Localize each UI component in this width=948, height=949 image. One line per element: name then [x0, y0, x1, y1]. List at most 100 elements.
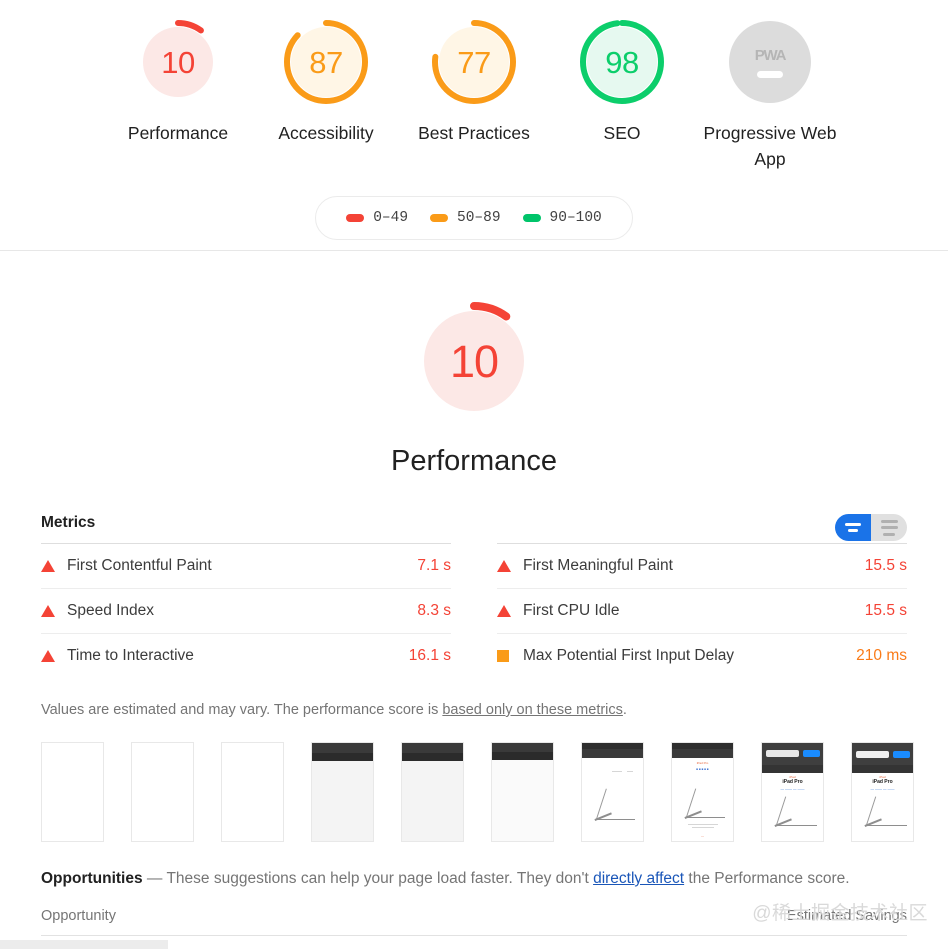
- metric-triangle-icon: [41, 605, 67, 617]
- opportunity-row[interactable]: Serve images in next-gen formats 1.8 s ⌄: [41, 936, 907, 949]
- frame-title: iPad Pro: [782, 779, 803, 785]
- score-gauge-best-practices[interactable]: 77 Best Practices: [400, 18, 548, 146]
- filmstrip-frame: iPad iPad Pro — —— — ——: [851, 742, 914, 842]
- gauge-performance-dial: 10: [134, 18, 222, 106]
- metric-row[interactable]: First Contentful Paint 7.1 s: [41, 543, 451, 588]
- frame-sub: ■ ■ ■ ■ ■: [696, 767, 709, 771]
- gauge-best-practices-label: Best Practices: [418, 123, 530, 143]
- metric-name: First Contentful Paint: [67, 557, 212, 574]
- legend-label-mid: 50–89: [457, 210, 501, 226]
- legend-pill-red-icon: [346, 214, 365, 222]
- column-header-opportunity: Opportunity: [41, 908, 116, 924]
- gauge-accessibility-value: 87: [309, 44, 343, 80]
- opportunities-dash: —: [146, 870, 163, 887]
- metric-name: First CPU Idle: [523, 602, 620, 619]
- disclaimer-text-pre: Values are estimated and may vary. The p…: [41, 702, 443, 718]
- gauge-performance-value: 10: [161, 44, 195, 80]
- expanded-view-toggle[interactable]: [871, 514, 907, 541]
- metric-name: Speed Index: [67, 602, 155, 619]
- legend-item-high: 90–100: [522, 210, 602, 226]
- performance-hero: 10 Performance: [0, 251, 948, 478]
- opportunities-section: Opportunities — These suggestions can he…: [41, 870, 907, 949]
- metrics-view-toggle[interactable]: [835, 514, 907, 541]
- metric-triangle-icon: [497, 560, 523, 572]
- gauge-performance-label: Performance: [127, 123, 229, 143]
- opportunities-desc-pre: These suggestions can help your page loa…: [162, 870, 594, 887]
- metric-row[interactable]: First Meaningful Paint 15.5 s: [497, 543, 907, 588]
- disclaimer-text-post: .: [622, 702, 627, 718]
- legend-item-low: 0–49: [346, 210, 408, 226]
- filmstrip-frame: iPad Pro ■ ■ ■ ■ ■ —: [671, 742, 734, 842]
- toggle-line-icon: [880, 526, 898, 529]
- metric-value: 7.1 s: [417, 557, 451, 574]
- report-content: Metrics First Contentful Paint 7.1 s Spe…: [0, 514, 948, 949]
- metric-value: 8.3 s: [417, 602, 451, 619]
- screenshot-filmstrip: iPad Pro ■ ■ ■ ■ ■ — iPad iPad Pro — —— …: [41, 742, 914, 842]
- metric-triangle-icon: [497, 605, 523, 617]
- gauge-seo-label: SEO: [603, 123, 641, 143]
- metric-value: 15.5 s: [864, 557, 907, 574]
- score-gauge-performance[interactable]: 10 Performance: [104, 18, 252, 146]
- metric-value: 210 ms: [856, 647, 907, 664]
- metric-square-icon: [497, 650, 523, 662]
- gauge-best-practices-value: 77: [457, 44, 491, 80]
- metric-value: 15.5 s: [864, 602, 907, 619]
- pwa-badge-wrap: PWA: [726, 18, 814, 106]
- filmstrip-frame: [131, 742, 194, 842]
- toggle-line-icon: [883, 532, 895, 536]
- metrics-column-right: First Meaningful Paint 15.5 s First CPU …: [497, 543, 907, 678]
- legend-pill-green-icon: [522, 214, 541, 222]
- metric-row[interactable]: First CPU Idle 15.5 s: [497, 588, 907, 633]
- frame-title: iPad Pro: [872, 779, 893, 785]
- filmstrip-frame: [311, 742, 374, 842]
- legend-label-low: 0–49: [373, 210, 409, 226]
- filmstrip-frame: [581, 742, 644, 842]
- hero-score-value: 10: [449, 335, 499, 387]
- filmstrip-frame: [221, 742, 284, 842]
- opportunities-heading: Opportunities: [41, 870, 143, 887]
- frame-footer: —: [701, 834, 704, 838]
- metrics-column-left: First Contentful Paint 7.1 s Speed Index…: [41, 543, 451, 678]
- metrics-disclaimer: Values are estimated and may vary. The p…: [41, 702, 907, 718]
- frame-subtitle: — —— — ——: [780, 787, 805, 791]
- score-gauge-seo[interactable]: 98 SEO: [548, 18, 696, 146]
- legend-pill-orange-icon: [430, 214, 449, 222]
- metric-name: Time to Interactive: [67, 647, 194, 664]
- opportunities-table-header: Opportunity Estimated Savings: [41, 908, 907, 936]
- scores-summary-strip: 10 Performance 87 Accessibility 77 Best …: [0, 0, 948, 251]
- gauge-accessibility-dial: 87: [282, 18, 370, 106]
- metrics-title: Metrics: [41, 514, 96, 531]
- disclaimer-link[interactable]: based only on these metrics: [442, 702, 623, 718]
- horizontal-scrollbar[interactable]: [0, 940, 168, 949]
- directly-affect-link[interactable]: directly affect: [593, 870, 684, 887]
- score-gauge-accessibility[interactable]: 87 Accessibility: [252, 18, 400, 146]
- compact-view-toggle[interactable]: [835, 514, 871, 541]
- metric-name: First Meaningful Paint: [523, 557, 673, 574]
- score-gauge-pwa[interactable]: PWA Progressive Web App: [696, 18, 844, 172]
- score-legend: 0–49 50–89 90–100: [315, 196, 633, 240]
- frame-label: iPad Pro: [696, 761, 709, 765]
- filmstrip-frame: [401, 742, 464, 842]
- metric-triangle-icon: [41, 560, 67, 572]
- pwa-dash-icon: [757, 70, 783, 78]
- legend-label-high: 90–100: [549, 210, 602, 226]
- metrics-header: Metrics: [41, 514, 907, 543]
- toggle-line-icon: [848, 529, 858, 533]
- filmstrip-frame: [491, 742, 554, 842]
- filmstrip-frame: iPad iPad Pro — —— — ——: [761, 742, 824, 842]
- metric-triangle-icon: [41, 650, 67, 662]
- metric-row[interactable]: Max Potential First Input Delay 210 ms: [497, 633, 907, 678]
- metric-row[interactable]: Time to Interactive 16.1 s: [41, 633, 451, 678]
- gauge-accessibility-label: Accessibility: [278, 123, 374, 143]
- column-header-estimated-savings: Estimated Savings: [786, 908, 907, 924]
- gauge-seo-dial: 98: [578, 18, 666, 106]
- legend-item-mid: 50–89: [430, 210, 501, 226]
- toggle-line-icon: [845, 522, 861, 526]
- metrics-grid: First Contentful Paint 7.1 s Speed Index…: [41, 543, 907, 678]
- opportunities-desc-post: the Performance score.: [684, 870, 850, 887]
- gauge-pwa-label: Progressive Web App: [703, 123, 837, 169]
- hero-title: Performance: [390, 445, 557, 477]
- metric-row[interactable]: Speed Index 8.3 s: [41, 588, 451, 633]
- gauge-best-practices-dial: 77: [430, 18, 518, 106]
- opportunities-description: Opportunities — These suggestions can he…: [41, 870, 907, 888]
